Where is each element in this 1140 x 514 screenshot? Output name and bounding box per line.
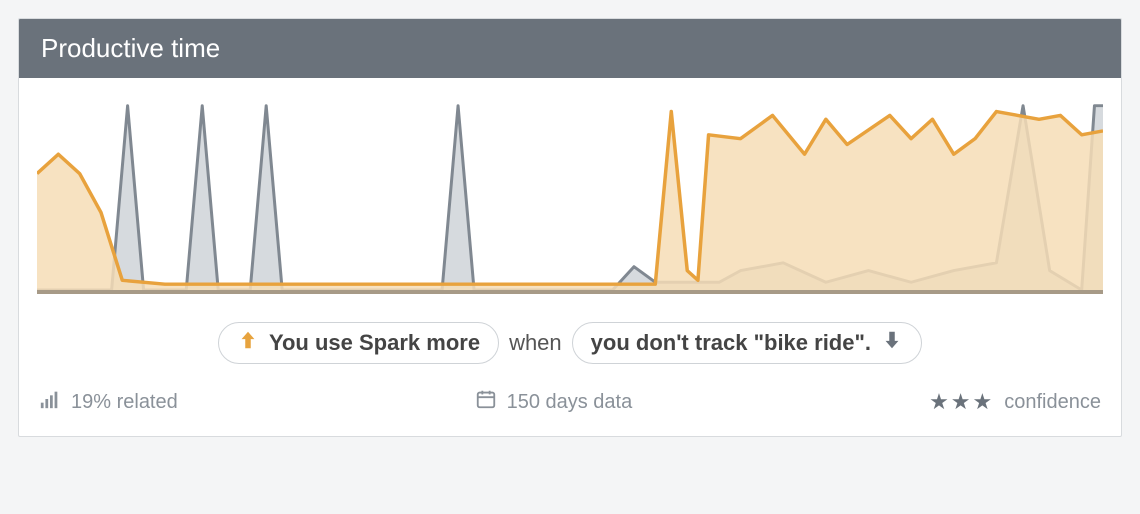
star-icons: ★★★ <box>929 389 994 415</box>
confidence-stat: ★★★ confidence <box>929 389 1101 415</box>
signal-icon <box>39 388 61 416</box>
insight-secondary-text: you don't track "bike ride". <box>591 330 871 356</box>
chart-container <box>19 78 1121 298</box>
productive-time-card: Productive time You use Spark more when … <box>18 18 1122 437</box>
insight-row: You use Spark more when you don't track … <box>19 298 1121 382</box>
insight-connector: when <box>509 330 562 356</box>
insight-primary-text: You use Spark more <box>269 330 480 356</box>
insight-secondary-pill[interactable]: you don't track "bike ride". <box>572 322 922 364</box>
card-title: Productive time <box>41 33 220 63</box>
days-stat: 150 days data <box>475 388 633 416</box>
days-text: 150 days data <box>507 391 633 414</box>
related-text: 19% related <box>71 391 178 414</box>
related-stat: 19% related <box>39 388 178 416</box>
confidence-text: confidence <box>1004 391 1101 414</box>
calendar-icon <box>475 388 497 416</box>
arrow-up-icon <box>237 329 259 357</box>
insight-primary-pill[interactable]: You use Spark more <box>218 322 499 364</box>
footer-row: 19% related 150 days data ★★★ confidence <box>19 382 1121 436</box>
arrow-down-icon <box>881 329 903 357</box>
card-header: Productive time <box>19 19 1121 78</box>
chart <box>37 96 1103 294</box>
